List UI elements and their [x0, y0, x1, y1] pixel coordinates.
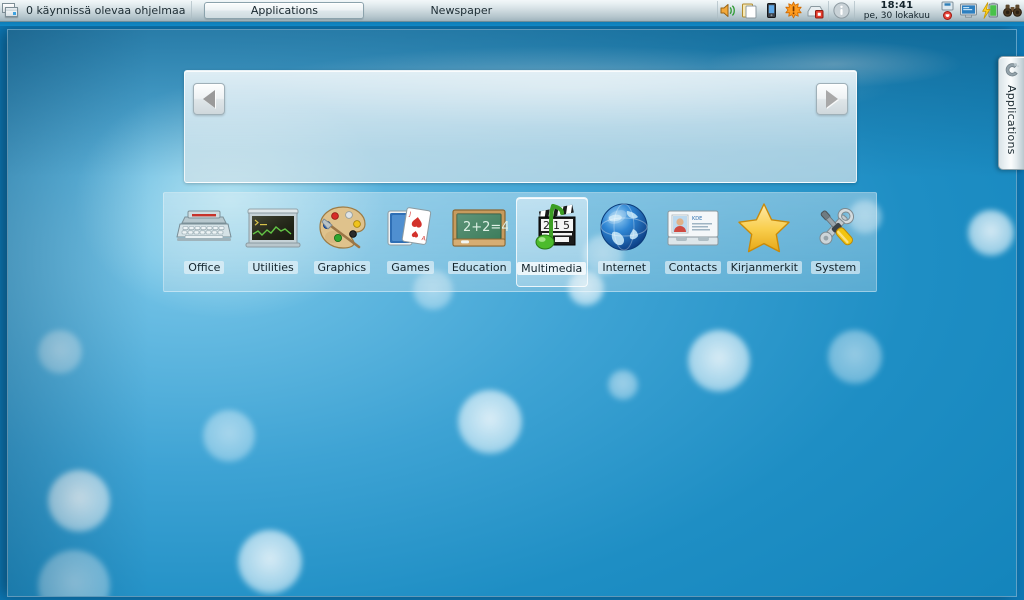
info-icon[interactable] [832, 1, 851, 20]
clipboard-icon[interactable] [740, 1, 759, 20]
bokeh-circle [38, 330, 82, 374]
battery-icon[interactable] [981, 1, 1000, 20]
id-card-icon: KDE [664, 201, 722, 257]
mobile-device-icon[interactable] [762, 1, 781, 20]
device-eject-icon[interactable] [806, 1, 825, 20]
category-label: Games [387, 261, 434, 274]
category-utilities[interactable]: Utilities [241, 197, 306, 287]
category-label: System [811, 261, 861, 274]
bokeh-circle [238, 530, 302, 594]
category-label: Internet [598, 261, 651, 274]
chevron-right-icon [826, 90, 838, 108]
palette-icon [313, 201, 371, 257]
tools-icon [807, 201, 865, 257]
category-label: Office [184, 261, 225, 274]
category-games[interactable]: J A Games [378, 197, 443, 287]
clock-time: 18:41 [880, 0, 914, 11]
category-internet[interactable]: Internet [592, 197, 657, 287]
bokeh-circle [688, 330, 750, 392]
desktop: Office Utilities Graphics J A Games 2+2=… [0, 26, 1024, 600]
svg-text:5: 5 [563, 219, 570, 232]
system-tray: 18:41 pe, 30 lokakuu [718, 0, 1024, 22]
film-music-icon: 2 1 5 [523, 202, 581, 258]
klipper-icon[interactable] [939, 1, 956, 20]
category-label: Multimedia [517, 262, 587, 275]
previous-page-button[interactable] [193, 83, 225, 115]
category-label: Education [447, 261, 511, 274]
display-icon[interactable] [959, 1, 978, 20]
category-label: Utilities [248, 261, 298, 274]
applications-button[interactable]: Applications [204, 2, 365, 19]
newspaper-page-panel [184, 70, 857, 183]
category-education[interactable]: 2+2=4 Education [447, 197, 512, 287]
bokeh-circle [458, 390, 522, 454]
bokeh-circle [48, 470, 110, 532]
krunner-icon[interactable] [1003, 1, 1022, 20]
windows-icon [2, 3, 20, 18]
bokeh-circle [968, 210, 1014, 256]
typewriter-icon [175, 201, 233, 257]
top-panel: 0 käynnissä olevaa ohjelmaa Applications… [0, 0, 1024, 26]
category-contacts[interactable]: KDE Contacts [661, 197, 726, 287]
svg-text:KDE: KDE [692, 216, 702, 222]
category-multimedia[interactable]: 2 1 5 Multimedia [515, 197, 588, 287]
bokeh-circle [828, 330, 882, 384]
category-system[interactable]: System [803, 197, 868, 287]
playing-cards-icon: J A [382, 201, 440, 257]
category-label: Contacts [664, 261, 722, 274]
newspaper-tab[interactable]: Newspaper [408, 0, 514, 22]
application-category-strip: Office Utilities Graphics J A Games 2+2=… [163, 192, 877, 292]
plasma-cashew-icon [1003, 62, 1020, 82]
blackboard-icon: 2+2=4 [450, 201, 510, 257]
notification-icon[interactable] [784, 1, 803, 20]
next-page-button[interactable] [816, 83, 848, 115]
svg-text:2+2=4: 2+2=4 [463, 220, 508, 235]
bokeh-circle [38, 550, 110, 596]
clock-date: pe, 30 lokakuu [863, 10, 930, 21]
category-bookmarks[interactable]: Kirjanmerkit [726, 197, 802, 287]
bokeh-circle [203, 410, 255, 462]
task-count-label: 0 käynnissä olevaa ohjelmaa [26, 4, 186, 17]
digital-clock[interactable]: 18:41 pe, 30 lokakuu [858, 0, 936, 22]
terminal-icon [244, 201, 302, 257]
category-office[interactable]: Office [172, 197, 237, 287]
panel-divider [191, 0, 193, 21]
category-label: Kirjanmerkit [726, 261, 802, 274]
panel-divider-3 [827, 0, 829, 21]
applications-side-tab[interactable]: Applications [998, 56, 1024, 170]
applications-side-tab-label: Applications [1005, 85, 1018, 155]
task-manager-widget[interactable]: 0 käynnissä olevaa ohjelmaa [0, 0, 191, 22]
globe-icon [595, 201, 653, 257]
svg-text:2: 2 [543, 219, 550, 232]
star-icon [735, 201, 793, 257]
desktop-viewport: Office Utilities Graphics J A Games 2+2=… [8, 30, 1016, 596]
category-graphics[interactable]: Graphics [309, 197, 374, 287]
category-label: Graphics [313, 261, 371, 274]
svg-text:1: 1 [553, 219, 560, 232]
panel-divider-4 [853, 0, 855, 21]
volume-icon[interactable] [718, 1, 737, 20]
bokeh-circle [608, 370, 638, 400]
chevron-left-icon [203, 90, 215, 108]
